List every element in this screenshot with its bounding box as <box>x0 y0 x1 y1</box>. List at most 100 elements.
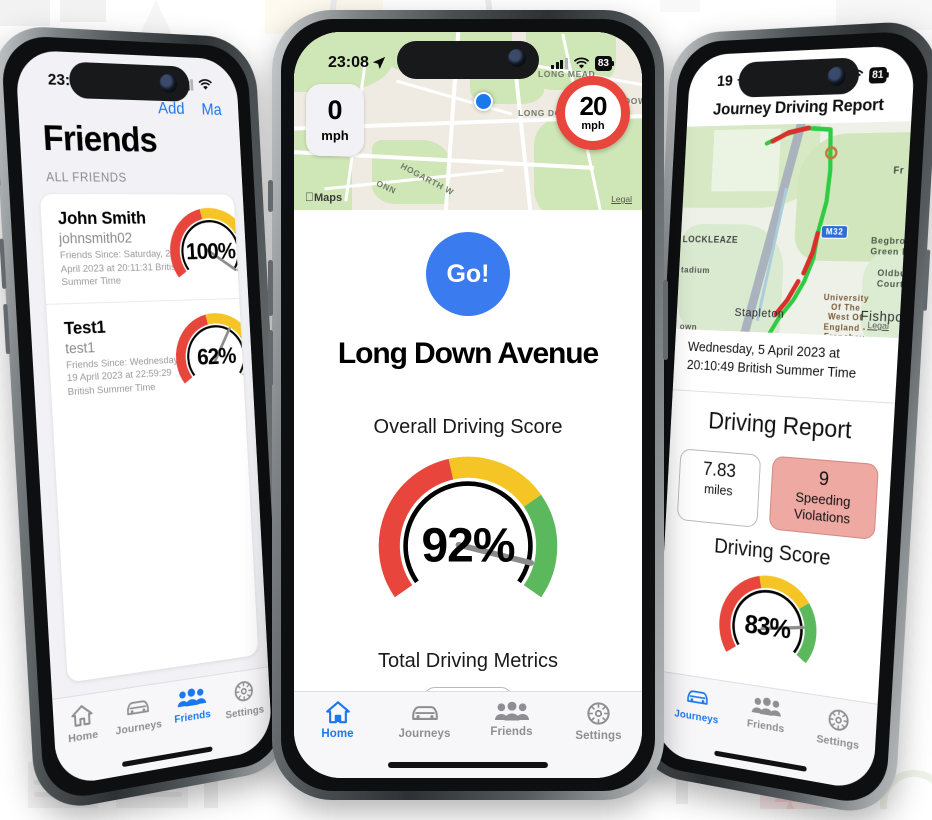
tab-friends[interactable]: Friends <box>468 700 555 738</box>
people-icon <box>495 700 529 723</box>
report-title: Driving Report <box>671 404 895 448</box>
tab-label: Journeys <box>674 707 719 726</box>
tab-label: Friends <box>174 708 211 726</box>
tab-label: Home <box>68 728 99 746</box>
bg-shape <box>60 0 106 22</box>
current-location-dot <box>474 92 493 111</box>
map-label: LOCKLEAZE <box>682 234 738 245</box>
journey-map[interactable]: M32 Begbrook Green Park Oldbury Court Es… <box>676 121 911 338</box>
tab-home[interactable]: Home <box>294 700 381 740</box>
people-icon <box>177 685 207 710</box>
tab-label: Settings <box>816 733 859 753</box>
current-speed-card: 0 mph <box>306 84 364 156</box>
tab-bar: Journeys Friends Settings <box>653 670 877 792</box>
screenshot-stage: 23:16 Add Ma Friends ALL FRIENDS John Sm… <box>0 0 932 809</box>
tab-label: Journeys <box>399 728 451 740</box>
tab-label: Friends <box>747 717 785 735</box>
dynamic-island <box>738 57 860 97</box>
tab-bar: Home Journeys Friends Settings <box>52 666 272 787</box>
gear-icon <box>232 678 255 706</box>
driving-score-gauge: 83% <box>713 566 824 691</box>
battery-indicator: 83 <box>595 56 612 71</box>
map-label: tadium <box>681 264 711 275</box>
tab-settings[interactable]: Settings <box>555 700 642 742</box>
friend-score-value: 100% <box>166 238 253 266</box>
route-path <box>676 121 911 338</box>
list-item[interactable]: John Smith johnsmith02 Friends Since: Sa… <box>40 194 239 304</box>
car-icon <box>685 684 710 710</box>
location-arrow-icon <box>372 56 386 70</box>
left-phone: 23:16 Add Ma Friends ALL FRIENDS John Sm… <box>0 24 293 814</box>
tab-settings[interactable]: Settings <box>217 675 270 722</box>
wifi-icon <box>198 78 214 91</box>
divider <box>673 389 895 404</box>
center-phone: LONG MEAD LONG DOWN DOWN A HOGARTH W ONN… <box>272 10 664 800</box>
apple-logo-icon:  <box>305 190 314 204</box>
speed-limit-unit: mph <box>581 120 604 132</box>
map-legal-link[interactable]: Legal <box>611 194 632 204</box>
home-icon <box>69 702 95 729</box>
map-label: Stapleton <box>734 307 785 321</box>
left-phone-screen: 23:16 Add Ma Friends ALL FRIENDS John Sm… <box>15 50 273 788</box>
apple-maps-attribution: Maps <box>305 190 342 204</box>
bg-shape <box>660 0 700 12</box>
tab-friends[interactable]: Friends <box>164 683 219 727</box>
tab-journeys[interactable]: Journeys <box>662 680 732 728</box>
map-legal-link[interactable]: Legal <box>867 320 889 332</box>
stat-distance: 7.83 miles <box>677 448 762 528</box>
overall-score-gauge: 92% <box>372 450 564 642</box>
friend-score-value: 62% <box>172 341 258 372</box>
right-phone: 19 81 Journey Driving Report M32 Begbroo… <box>632 20 932 820</box>
current-speed-unit: mph <box>321 128 348 143</box>
tab-settings[interactable]: Settings <box>801 702 877 755</box>
current-speed-value: 0 <box>327 97 342 124</box>
map-label: Oldbury Court Est <box>877 268 912 291</box>
status-time: 19 <box>717 72 734 90</box>
overall-score-label: Overall Driving Score <box>294 416 642 439</box>
car-icon <box>124 694 151 721</box>
home-indicator <box>388 762 548 768</box>
tab-journeys[interactable]: Journeys <box>110 691 167 738</box>
people-icon <box>752 694 782 719</box>
gear-icon <box>585 700 612 727</box>
map-label: Begbrook Green Park <box>870 236 911 258</box>
tab-label: Journeys <box>115 718 162 738</box>
tab-label: Settings <box>225 703 264 721</box>
speed-limit-value: 20 <box>580 94 607 119</box>
street-name: Long Down Avenue <box>294 337 642 371</box>
go-button[interactable]: Go! <box>426 232 510 316</box>
friends-list: John Smith johnsmith02 Friends Since: Sa… <box>40 194 258 683</box>
bg-shape <box>140 0 172 34</box>
journey-timestamp: Wednesday, 5 April 2023 at 20:10:49 Brit… <box>686 337 885 384</box>
gear-icon <box>826 706 852 735</box>
list-item[interactable]: Test1 test1 Friends Since: Wednesday, 19… <box>46 298 244 413</box>
tab-label: Friends <box>490 726 532 738</box>
map-label: M32 <box>820 225 848 239</box>
speed-limit-sign: 20 mph <box>556 76 630 150</box>
home-icon <box>324 700 352 725</box>
map-label: own <box>680 321 698 332</box>
cellular-icon <box>551 58 568 69</box>
tab-label: Home <box>321 728 353 740</box>
overall-score-value: 92% <box>372 519 564 574</box>
center-phone-screen: LONG MEAD LONG DOWN DOWN A HOGARTH W ONN… <box>294 32 642 778</box>
dynamic-island <box>397 41 539 79</box>
tab-friends[interactable]: Friends <box>730 691 803 738</box>
friend-score-gauge: 62% <box>170 308 258 406</box>
right-phone-screen: 19 81 Journey Driving Report M32 Begbroo… <box>653 45 915 792</box>
section-header: ALL FRIENDS <box>46 172 127 185</box>
tab-home[interactable]: Home <box>53 700 112 748</box>
status-time: 23:08 <box>328 54 369 72</box>
stat-speeding-violations: 9 Speeding Violations <box>769 456 879 541</box>
metrics-label: Total Driving Metrics <box>294 650 642 673</box>
report-stats: 7.83 miles 9 Speeding Violations <box>677 448 879 540</box>
tab-journeys[interactable]: Journeys <box>381 700 468 740</box>
car-icon <box>410 700 440 725</box>
friend-score-gauge: 100% <box>164 205 255 300</box>
wifi-icon <box>573 57 590 70</box>
map-label: Fr <box>893 165 904 176</box>
tab-label: Settings <box>575 730 621 742</box>
dynamic-island <box>68 62 190 102</box>
bg-shape <box>0 0 50 26</box>
battery-indicator: 81 <box>869 66 888 83</box>
